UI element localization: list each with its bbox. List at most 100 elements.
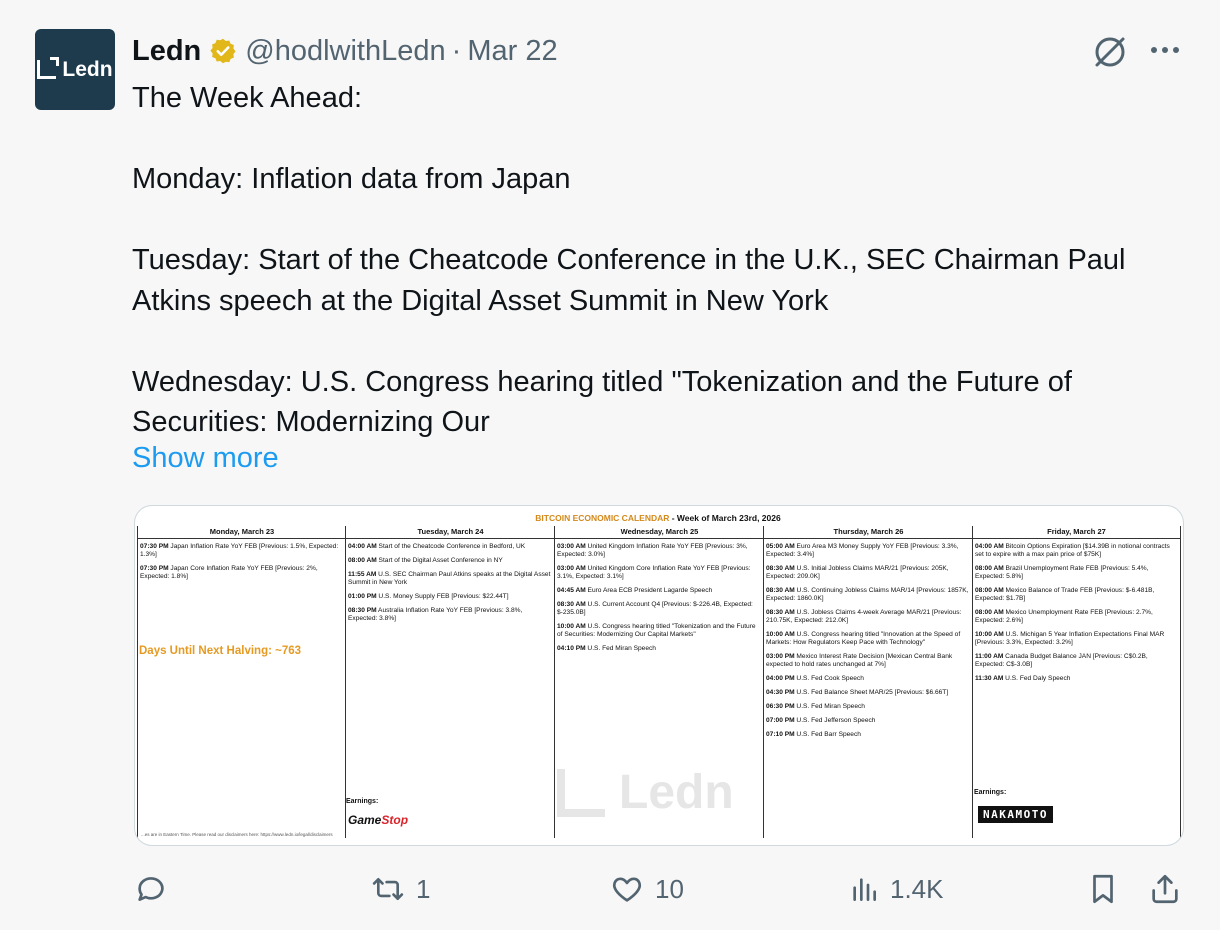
calendar-event: 06:30 PM U.S. Fed Miran Speech (766, 703, 971, 711)
calendar-event: 03:00 AM United Kingdom Inflation Rate Y… (557, 543, 762, 559)
event-time: 07:30 PM (140, 543, 169, 550)
event-time: 08:30 AM (557, 601, 586, 608)
event-time: 08:30 AM (766, 609, 795, 616)
calendar-event: 11:30 AM U.S. Fed Daly Speech (975, 675, 1178, 683)
calendar-event: 10:00 AM U.S. Congress hearing titled "I… (766, 631, 971, 647)
event-time: 08:30 PM (348, 607, 377, 614)
event-time: 04:00 AM (348, 543, 377, 550)
event-text: United Kingdom Core Inflation Rate YoY F… (557, 565, 751, 580)
calendar-event: 08:30 PM Australia Inflation Rate YoY FE… (348, 607, 553, 623)
day-header: Friday, March 27 (973, 526, 1180, 539)
calendar-footnote: ...es are in Eastern Time. Please read o… (141, 832, 333, 837)
tweet-line: The Week Ahead: (132, 82, 363, 114)
avatar[interactable]: Ledn (35, 29, 115, 110)
event-time: 04:30 PM (766, 689, 795, 696)
event-text: Euro Area M3 Money Supply YoY FEB [Previ… (766, 543, 959, 558)
event-list: 04:00 AM Start of the Cheatcode Conferen… (346, 539, 555, 623)
tweet-line: Monday: Inflation data from Japan (132, 163, 571, 195)
tweet-header: Ledn @hodlwithLedn · Mar 22 (132, 33, 558, 69)
event-text: U.S. Congress hearing titled "Innovation… (766, 631, 961, 646)
event-text: U.S. Congress hearing titled "Tokenizati… (557, 623, 756, 638)
share-button[interactable] (1148, 872, 1182, 906)
event-time: 01:00 PM (348, 593, 377, 600)
event-time: 03:00 AM (557, 543, 586, 550)
like-button[interactable]: 10 (609, 872, 684, 906)
reply-icon (138, 877, 164, 901)
author-handle[interactable]: @hodlwithLedn (245, 33, 445, 69)
friday-earnings-label: Earnings: (974, 789, 1007, 796)
day-column: Monday, March 23 07:30 PM Japan Inflation… (137, 526, 346, 838)
event-time: 08:00 AM (975, 609, 1004, 616)
views-count: 1.4K (890, 873, 944, 904)
event-text: Mexico Interest Rate Decision [Mexican C… (766, 653, 953, 668)
show-more-link[interactable]: Show more (132, 442, 279, 475)
day-header: Monday, March 23 (138, 526, 346, 539)
day-header: Thursday, March 26 (764, 526, 973, 539)
tweet-actions: 1 10 1.4K (0, 872, 1220, 916)
event-time: 07:10 PM (766, 731, 795, 738)
event-list: 07:30 PM Japan Inflation Rate YoY FEB [P… (138, 539, 346, 581)
event-time: 11:55 AM (348, 571, 377, 578)
views-button[interactable]: 1.4K (848, 872, 944, 906)
event-time: 11:30 AM (975, 675, 1004, 682)
calendar-event: 08:30 AM U.S. Jobless Claims 4-week Aver… (766, 609, 971, 625)
event-time: 04:45 AM (557, 587, 586, 594)
calendar-event: 04:00 AM Bitcoin Options Expiration [$14… (975, 543, 1178, 559)
event-text: U.S. SEC Chairman Paul Atkins speaks at … (348, 571, 551, 586)
repost-count: 1 (416, 873, 431, 904)
event-time: 11:00 AM (975, 653, 1004, 660)
reply-button[interactable] (134, 872, 168, 906)
bookmark-button[interactable] (1086, 872, 1120, 906)
event-time: 08:30 AM (766, 565, 795, 572)
calendar-title: BITCOIN ECONOMIC CALENDAR - Week of Marc… (137, 513, 1179, 523)
calendar-event: 08:00 AM Mexico Unemployment Rate FEB [P… (975, 609, 1178, 625)
calendar-event: 07:10 PM U.S. Fed Barr Speech (766, 731, 971, 739)
tuesday-earnings-label: Earnings: (346, 798, 379, 805)
ledn-logo-icon (37, 57, 60, 79)
heart-icon (612, 877, 642, 902)
calendar-image[interactable]: BITCOIN ECONOMIC CALENDAR - Week of Marc… (134, 505, 1184, 846)
tweet-date[interactable]: Mar 22 (467, 33, 557, 69)
halving-countdown: Days Until Next Halving: ~763 (139, 645, 302, 657)
event-text: U.S. Fed Cook Speech (794, 675, 864, 682)
calendar-event: 07:00 PM U.S. Fed Jefferson Speech (766, 717, 971, 725)
calendar-event: 08:30 AM U.S. Continuing Jobless Claims … (766, 587, 971, 603)
event-text: U.S. Jobless Claims 4-week Average MAR/2… (766, 609, 962, 624)
day-column: Thursday, March 26 05:00 AM Euro Area M3 … (763, 526, 973, 838)
event-text: Start of the Digital Asset Conference in… (376, 557, 503, 564)
event-text: Bitcoin Options Expiration [$14.39B in n… (975, 543, 1170, 558)
event-time: 07:00 PM (766, 717, 795, 724)
day-column: Tuesday, March 24 04:00 AM Start of the C… (345, 526, 555, 838)
more-options-icon[interactable] (1146, 35, 1184, 65)
author-name[interactable]: Ledn (132, 33, 201, 69)
event-text: U.S. Michigan 5 Year Inflation Expectati… (975, 631, 1165, 646)
calendar-title-accent: BITCOIN ECONOMIC CALENDAR (535, 513, 670, 523)
event-time: 10:00 AM (557, 623, 586, 630)
verified-badge-icon[interactable] (209, 37, 237, 65)
repost-button[interactable]: 1 (370, 872, 430, 906)
event-text: Euro Area ECB President Lagarde Speech (585, 587, 713, 594)
calendar-event: 08:30 AM U.S. Current Account Q4 [Previo… (557, 601, 762, 617)
grok-icon[interactable] (1090, 32, 1130, 72)
calendar-event: 11:55 AM U.S. SEC Chairman Paul Atkins s… (348, 571, 553, 587)
event-text: U.S. Money Supply FEB [Previous: $22.44T… (376, 593, 509, 600)
event-time: 10:00 AM (975, 631, 1004, 638)
calendar-event: 04:00 PM U.S. Fed Cook Speech (766, 675, 971, 683)
calendar-event: 10:00 AM U.S. Michigan 5 Year Inflation … (975, 631, 1178, 647)
event-text: U.S. Fed Jefferson Speech (794, 717, 876, 724)
event-list: 05:00 AM Euro Area M3 Money Supply YoY F… (764, 539, 973, 739)
calendar-event: 07:30 PM Japan Core Inflation Rate YoY F… (140, 565, 344, 581)
event-time: 08:00 AM (348, 557, 377, 564)
event-text: U.S. Fed Balance Sheet MAR/25 [Previous:… (794, 689, 949, 696)
calendar-event: 01:00 PM U.S. Money Supply FEB [Previous… (348, 593, 553, 601)
event-text: U.S. Fed Barr Speech (794, 731, 861, 738)
tweet-line: Wednesday: U.S. Congress hearing titled … (132, 365, 1080, 439)
economic-calendar: BITCOIN ECONOMIC CALENDAR - Week of Marc… (137, 510, 1181, 840)
calendar-event: 07:30 PM Japan Inflation Rate YoY FEB [P… (140, 543, 344, 559)
event-time: 05:00 AM (766, 543, 795, 550)
event-time: 04:10 PM (557, 645, 586, 652)
calendar-event: 08:00 AM Start of the Digital Asset Conf… (348, 557, 553, 565)
